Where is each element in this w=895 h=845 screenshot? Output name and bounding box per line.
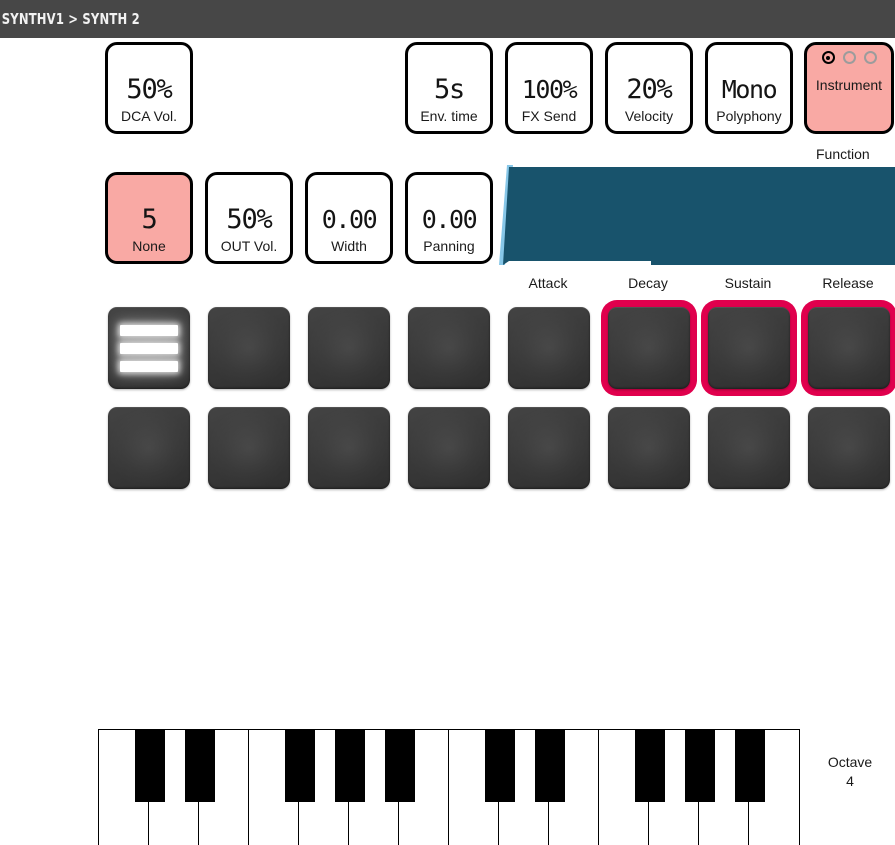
black-key-1[interactable] [135, 730, 165, 802]
black-key-5[interactable] [385, 730, 415, 802]
pad-menu-wrap [108, 307, 190, 389]
param-box-panning[interactable]: 0.00 Panning [405, 172, 493, 264]
pad-r1-c4[interactable] [408, 307, 490, 389]
envelope-shape [499, 165, 895, 265]
param-value-panning: 0.00 [421, 204, 478, 234]
param-value-polyphony: Mono [721, 74, 778, 104]
hamburger-menu-bar-3 [120, 360, 178, 372]
pad-r1-c2-wrap [208, 307, 290, 389]
pad-attack-wrap [508, 307, 590, 389]
param-label-dca-vol: DCA Vol. [120, 108, 178, 124]
hamburger-menu-bar-1 [120, 324, 178, 336]
pad-r2-c8-wrap [808, 407, 890, 489]
envelope-display[interactable] [499, 165, 895, 265]
black-key-9[interactable] [685, 730, 715, 802]
radio-dot-icon-3[interactable] [863, 51, 877, 64]
param-value-velocity: 20% [626, 73, 672, 105]
param-box-fx-send[interactable]: 100% FX Send [505, 42, 593, 134]
adsr-label-release: Release [822, 275, 874, 291]
titlebar: SYNTHV1 > SYNTH 2 [0, 0, 895, 38]
pad-r2-c2[interactable] [208, 407, 290, 489]
pad-r2-c1-wrap [108, 407, 190, 489]
radio-dot-icon-1[interactable] [821, 51, 835, 64]
pad-r2-c5[interactable] [508, 407, 590, 489]
pad-r2-c2-wrap [208, 407, 290, 489]
black-key-6[interactable] [485, 730, 515, 802]
param-box-dca-vol[interactable]: 50% DCA Vol. [105, 42, 193, 134]
param-value-fx-send: 100% [521, 74, 578, 104]
param-box-polyphony[interactable]: Mono Polyphony [705, 42, 793, 134]
pad-r2-c7-wrap [708, 407, 790, 489]
pad-r2-c4-wrap [408, 407, 490, 489]
pad-r1-c2[interactable] [208, 307, 290, 389]
param-label-out-vol: OUT Vol. [220, 238, 278, 254]
black-key-4[interactable] [335, 730, 365, 802]
pad-r2-c4[interactable] [408, 407, 490, 489]
pad-r1-c3-wrap [308, 307, 390, 389]
param-label-width: Width [331, 238, 367, 254]
pad-r2-c7[interactable] [708, 407, 790, 489]
pad-r2-c8[interactable] [808, 407, 890, 489]
function-box-value: Instrument [815, 77, 883, 93]
param-box-width[interactable]: 0.00 Width [305, 172, 393, 264]
param-value-out-vol: 50% [226, 203, 272, 235]
pad-r1-c4-wrap [408, 307, 490, 389]
black-key-2[interactable] [185, 730, 215, 802]
black-key-7[interactable] [535, 730, 565, 802]
function-box[interactable]: Instrument [804, 42, 894, 134]
param-box-env-time[interactable]: 5s Env. time [405, 42, 493, 134]
pad-release-highlight [801, 300, 895, 396]
param-box-preset-slot[interactable]: 5 None [105, 172, 193, 264]
param-label-polyphony: Polyphony [716, 108, 782, 124]
pad-r1-c3[interactable] [308, 307, 390, 389]
pad-sustain-highlight [701, 300, 797, 396]
param-value-preset-slot: 5 [141, 203, 157, 235]
param-value-env-time: 5s [433, 73, 465, 105]
pad-r2-c1[interactable] [108, 407, 190, 489]
synth-controller-app: SYNTHV1 > SYNTH 2 50% DCA Vol. 5s Env. time… [0, 0, 895, 845]
adsr-label-decay: Decay [628, 275, 668, 291]
param-box-out-vol[interactable]: 50% OUT Vol. [205, 172, 293, 264]
param-label-velocity: Velocity [624, 108, 674, 124]
function-caption: Function [816, 146, 870, 162]
param-label-env-time: Env. time [420, 108, 478, 124]
param-label-fx-send: FX Send [521, 108, 577, 124]
envelope-body [503, 167, 895, 265]
adsr-label-attack: Attack [528, 275, 568, 291]
black-key-3[interactable] [285, 730, 315, 802]
pad-r2-c5-wrap [508, 407, 590, 489]
pad-menu[interactable] [108, 307, 190, 389]
pad-r2-c6-wrap [608, 407, 690, 489]
pad-decay-highlight [601, 300, 697, 396]
octave-value: 4 [846, 772, 854, 789]
param-value-dca-vol: 50% [126, 73, 172, 105]
pad-release[interactable] [808, 307, 890, 389]
pad-sustain[interactable] [708, 307, 790, 389]
octave-label: Octave [827, 754, 873, 770]
octave-indicator[interactable]: Octave 4 [806, 753, 894, 791]
hamburger-menu-icon [120, 324, 178, 372]
pad-r2-c3-wrap [308, 407, 390, 489]
pad-r2-c3[interactable] [308, 407, 390, 489]
function-radio-group [821, 51, 877, 64]
param-value-width: 0.00 [321, 204, 378, 234]
pad-attack[interactable] [508, 307, 590, 389]
pad-r2-c6[interactable] [608, 407, 690, 489]
piano-keyboard[interactable] [98, 729, 800, 845]
radio-dot-icon-2[interactable] [842, 51, 856, 64]
breadcrumb: SYNTHV1 > SYNTH 2 [1, 10, 140, 28]
param-label-panning: Panning [423, 238, 475, 254]
black-key-10[interactable] [735, 730, 765, 802]
param-box-velocity[interactable]: 20% Velocity [605, 42, 693, 134]
pad-decay[interactable] [608, 307, 690, 389]
param-label-preset-slot: None [132, 238, 166, 254]
black-key-8[interactable] [635, 730, 665, 802]
adsr-label-sustain: Sustain [724, 275, 772, 291]
hamburger-menu-bar-2 [120, 342, 178, 354]
